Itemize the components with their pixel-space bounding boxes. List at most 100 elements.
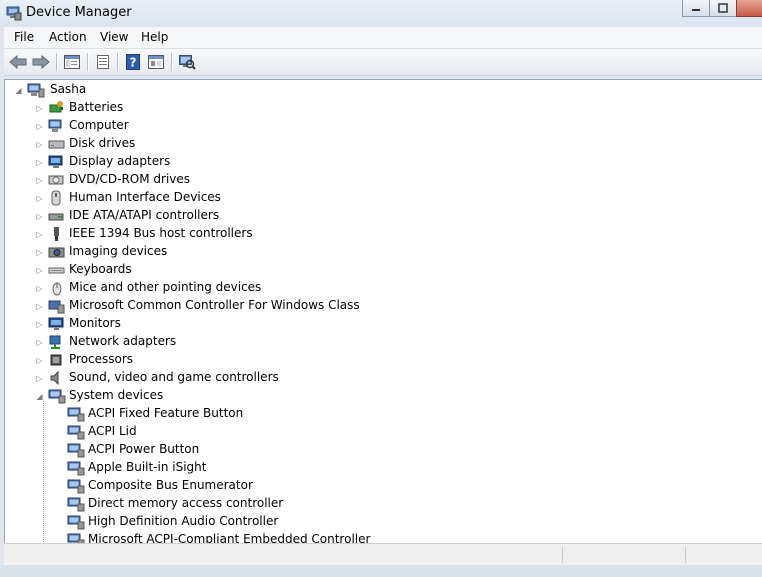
tree-device-item[interactable]: Composite Bus Enumerator: [5, 477, 745, 495]
expand-arrow-icon[interactable]: ▷: [35, 374, 44, 383]
system-device-icon: [67, 514, 85, 530]
menu-view[interactable]: View: [100, 30, 128, 44]
tree-category-label: Human Interface Devices: [69, 190, 221, 204]
processor-icon: [48, 352, 66, 368]
computer-icon: [27, 82, 45, 98]
menu-bar: File Action View Help: [4, 27, 762, 49]
tree-device-item[interactable]: ACPI Fixed Feature Button: [5, 405, 745, 423]
status-bar: [4, 543, 762, 566]
tree-device-item[interactable]: High Definition Audio Controller: [5, 513, 745, 531]
scan-hardware-button[interactable]: [177, 52, 197, 72]
tree-device-label: High Definition Audio Controller: [88, 514, 279, 528]
tree-category-processors[interactable]: ▷ Processors: [5, 351, 745, 369]
title-bar[interactable]: Device Manager: [0, 0, 762, 26]
monitor-icon: [48, 316, 66, 332]
forward-button[interactable]: [31, 52, 51, 72]
tree-category-label: Microsoft Common Controller For Windows …: [69, 298, 360, 312]
maximize-button[interactable]: [709, 0, 737, 17]
tree-category-mice-and-other-pointing-devices[interactable]: ▷ Mice and other pointing devices: [5, 279, 745, 297]
tree-device-label: Direct memory access controller: [88, 496, 284, 510]
tree-category-label: Disk drives: [69, 136, 136, 150]
expand-arrow-icon[interactable]: ▷: [35, 104, 44, 113]
system-device-icon: [67, 424, 85, 440]
tree-root-sasha[interactable]: ◢ Sasha: [5, 81, 745, 99]
view-options-icon: [148, 55, 164, 69]
tree-device-label: ACPI Lid: [88, 424, 137, 438]
tree-category-label: Display adapters: [69, 154, 171, 168]
menu-help[interactable]: Help: [141, 30, 168, 44]
show-hide-tree-button[interactable]: [62, 52, 82, 72]
tree-category-ide-ata-atapi-controllers[interactable]: ▷ IDE ATA/ATAPI controllers: [5, 207, 745, 225]
device-tree[interactable]: ◢ Sasha ▷ Batteries ▷ Computer ▷ Disk drives ▷…: [4, 79, 762, 544]
tree-category-label: System devices: [69, 388, 164, 402]
svg-text:?: ?: [130, 56, 137, 70]
tree-category-display-adapters[interactable]: ▷ Display adapters: [5, 153, 745, 171]
tree-category-sound-video-and-game-controllers[interactable]: ▷ Sound, video and game controllers: [5, 369, 745, 387]
tree-category-dvd-cd-rom-drives[interactable]: ▷ DVD/CD-ROM drives: [5, 171, 745, 189]
tree-category-network-adapters[interactable]: ▷ Network adapters: [5, 333, 745, 351]
expand-arrow-icon[interactable]: ▷: [35, 158, 44, 167]
properties-button[interactable]: [93, 52, 113, 72]
expand-arrow-icon[interactable]: ▷: [35, 338, 44, 347]
firewire-icon: [48, 226, 66, 242]
tree-device-item[interactable]: ACPI Power Button: [5, 441, 745, 459]
minimize-button[interactable]: [682, 0, 710, 17]
expand-arrow-icon[interactable]: ▷: [35, 356, 44, 365]
tree-category-human-interface-devices[interactable]: ▷ Human Interface Devices: [5, 189, 745, 207]
tree-device-label: ACPI Power Button: [88, 442, 200, 456]
expand-arrow-icon[interactable]: ▷: [35, 212, 44, 221]
expand-arrow-icon[interactable]: ▷: [35, 176, 44, 185]
tree-category-label: Imaging devices: [69, 244, 168, 258]
tree-device-item[interactable]: Apple Built-in iSight: [5, 459, 745, 477]
tree-category-microsoft-common-controller-for-windows-class[interactable]: ▷ Microsoft Common Controller For Windows…: [5, 297, 745, 315]
properties-icon: [97, 55, 109, 69]
tree-root-label: Sasha: [50, 82, 87, 96]
tree-category-batteries[interactable]: ▷ Batteries: [5, 99, 745, 117]
expand-arrow-icon[interactable]: ▷: [35, 194, 44, 203]
expand-arrow-icon[interactable]: ▷: [35, 122, 44, 131]
expand-arrow-icon[interactable]: ▷: [35, 284, 44, 293]
expand-arrow-icon[interactable]: ▷: [35, 320, 44, 329]
tree-category-computer[interactable]: ▷ Computer: [5, 117, 745, 135]
system-device-icon: [67, 460, 85, 476]
device-manager-icon: [6, 5, 22, 24]
view-options-button[interactable]: [146, 52, 166, 72]
tree-category-label: Monitors: [69, 316, 121, 330]
back-button[interactable]: [8, 52, 28, 72]
collapse-arrow-icon[interactable]: ◢: [35, 392, 44, 401]
tree-category-system-devices[interactable]: ◢ System devices: [5, 387, 745, 405]
tree-category-disk-drives[interactable]: ▷ Disk drives: [5, 135, 745, 153]
tree-category-imaging-devices[interactable]: ▷ Imaging devices: [5, 243, 745, 261]
system-device-icon: [67, 406, 85, 422]
help-button[interactable]: ?: [123, 52, 143, 72]
tree-category-monitors[interactable]: ▷ Monitors: [5, 315, 745, 333]
window-title: Device Manager: [26, 5, 132, 20]
system-device-icon: [48, 388, 66, 404]
menu-action[interactable]: Action: [49, 30, 87, 44]
camera-icon: [48, 244, 66, 260]
expand-arrow-icon[interactable]: ▷: [35, 302, 44, 311]
expand-arrow-icon[interactable]: ▷: [35, 266, 44, 275]
expand-arrow-icon[interactable]: ▷: [35, 248, 44, 257]
tree-category-keyboards[interactable]: ▷ Keyboards: [5, 261, 745, 279]
tree-device-item[interactable]: ACPI Lid: [5, 423, 745, 441]
system-device-icon: [67, 442, 85, 458]
expand-arrow-icon[interactable]: ▷: [35, 230, 44, 239]
collapse-arrow-icon[interactable]: ◢: [14, 86, 23, 95]
tree-device-label: Composite Bus Enumerator: [88, 478, 253, 492]
menu-file[interactable]: File: [14, 30, 34, 44]
tree-device-label: ACPI Fixed Feature Button: [88, 406, 244, 420]
battery-icon: [48, 100, 66, 116]
system-device-icon: [67, 478, 85, 494]
display-adapter-icon: [48, 154, 66, 170]
tree-device-item[interactable]: Direct memory access controller: [5, 495, 745, 513]
back-arrow-icon: [9, 55, 27, 69]
tree-category-ieee-1394-bus-host-controllers[interactable]: ▷ IEEE 1394 Bus host controllers: [5, 225, 745, 243]
tree-category-label: Sound, video and game controllers: [69, 370, 279, 384]
forward-arrow-icon: [32, 55, 50, 69]
help-icon: ?: [126, 54, 140, 70]
system-device-icon: [67, 496, 85, 512]
expand-arrow-icon[interactable]: ▷: [35, 140, 44, 149]
mouse-icon: [48, 280, 66, 296]
close-button[interactable]: [736, 0, 762, 17]
